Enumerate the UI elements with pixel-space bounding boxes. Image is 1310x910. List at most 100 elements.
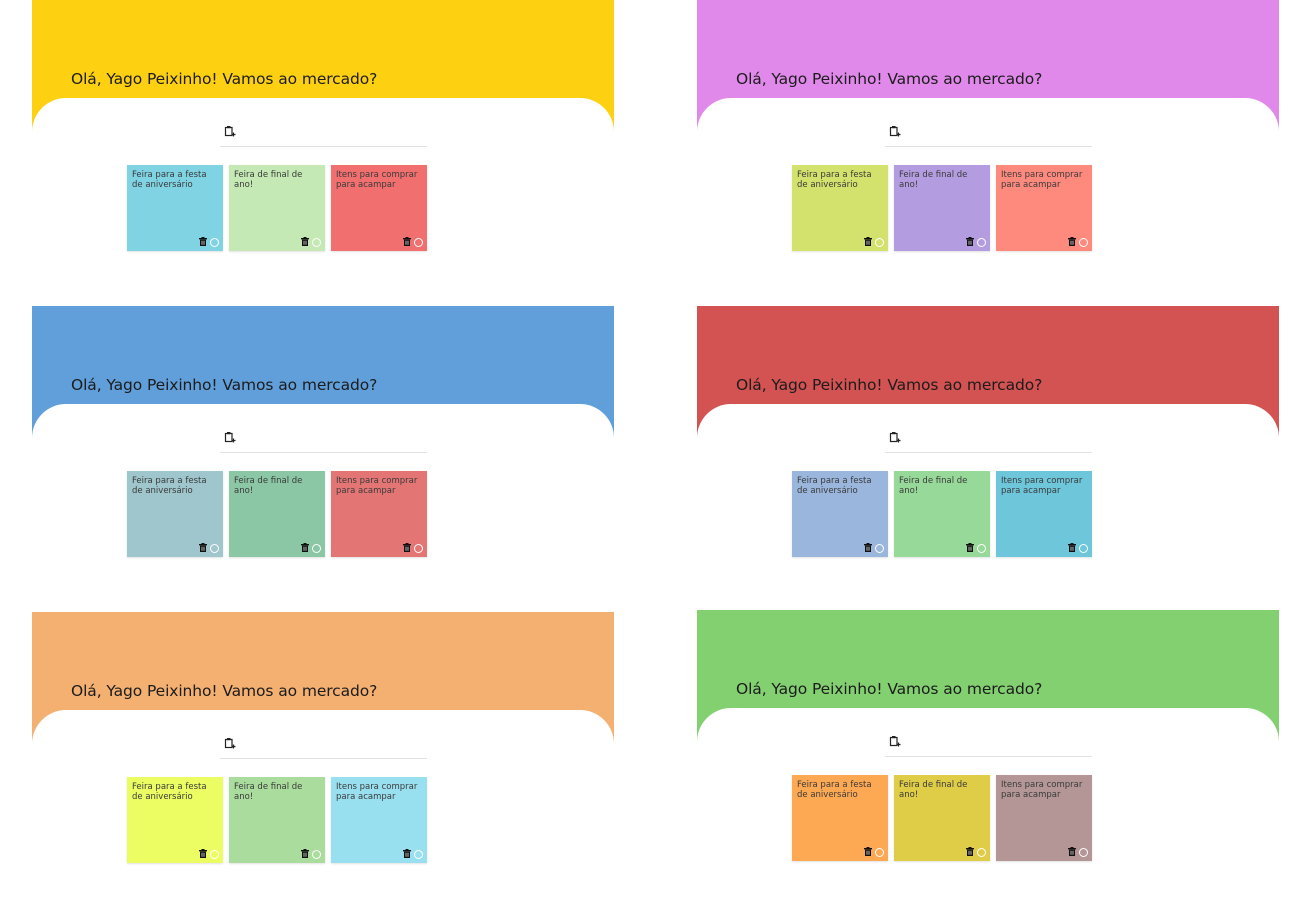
note-card[interactable]: Feira de final de ano! bbox=[229, 165, 325, 251]
trash-icon[interactable] bbox=[199, 849, 207, 858]
app-panel: Olá, Yago Peixinho! Vamos ao mercado? Fe… bbox=[32, 612, 614, 882]
notes-list: Feira para a festa de aniversário Feira … bbox=[792, 165, 1092, 251]
note-title: Feira para a festa de aniversário bbox=[797, 476, 872, 496]
note-card[interactable]: Feira para a festa de aniversário bbox=[792, 471, 888, 557]
trash-icon[interactable] bbox=[301, 849, 309, 858]
check-circle-icon[interactable] bbox=[875, 238, 884, 247]
check-circle-icon[interactable] bbox=[1079, 848, 1088, 857]
check-circle-icon[interactable] bbox=[875, 848, 884, 857]
note-card[interactable]: Itens para comprar para acampar bbox=[331, 777, 427, 863]
check-circle-icon[interactable] bbox=[414, 238, 423, 247]
note-card[interactable]: Itens para comprar para acampar bbox=[996, 775, 1092, 861]
app-panel: Olá, Yago Peixinho! Vamos ao mercado? Fe… bbox=[697, 610, 1279, 880]
add-note-icon[interactable] bbox=[889, 735, 901, 747]
trash-icon[interactable] bbox=[403, 849, 411, 858]
note-card[interactable]: Itens para comprar para acampar bbox=[996, 165, 1092, 251]
note-card[interactable]: Feira de final de ano! bbox=[894, 775, 990, 861]
app-panel: Olá, Yago Peixinho! Vamos ao mercado? Fe… bbox=[32, 0, 614, 270]
note-title: Itens para comprar para acampar bbox=[1001, 476, 1083, 496]
trash-icon[interactable] bbox=[966, 237, 974, 246]
trash-icon[interactable] bbox=[864, 847, 872, 856]
note-card[interactable]: Feira para a festa de aniversário bbox=[127, 777, 223, 863]
note-card[interactable]: Itens para comprar para acampar bbox=[331, 165, 427, 251]
note-title: Itens para comprar para acampar bbox=[336, 782, 418, 802]
add-note-underline[interactable] bbox=[885, 452, 1092, 453]
greeting-text: Olá, Yago Peixinho! Vamos ao mercado? bbox=[71, 70, 378, 88]
note-card[interactable]: Itens para comprar para acampar bbox=[331, 471, 427, 557]
notes-list: Feira para a festa de aniversário Feira … bbox=[792, 775, 1092, 861]
note-title: Feira de final de ano! bbox=[234, 170, 303, 190]
trash-icon[interactable] bbox=[1068, 847, 1076, 856]
trash-icon[interactable] bbox=[199, 237, 207, 246]
check-circle-icon[interactable] bbox=[414, 850, 423, 859]
check-circle-icon[interactable] bbox=[977, 848, 986, 857]
check-circle-icon[interactable] bbox=[312, 850, 321, 859]
note-card[interactable]: Feira de final de ano! bbox=[894, 165, 990, 251]
note-title: Feira para a festa de aniversário bbox=[797, 780, 872, 800]
note-title: Feira de final de ano! bbox=[899, 170, 968, 190]
app-panel: Olá, Yago Peixinho! Vamos ao mercado? Fe… bbox=[697, 306, 1279, 576]
check-circle-icon[interactable] bbox=[875, 544, 884, 553]
trash-icon[interactable] bbox=[864, 543, 872, 552]
add-note-underline[interactable] bbox=[220, 452, 427, 453]
note-title: Itens para comprar para acampar bbox=[336, 476, 418, 496]
check-circle-icon[interactable] bbox=[1079, 238, 1088, 247]
greeting-text: Olá, Yago Peixinho! Vamos ao mercado? bbox=[736, 680, 1043, 698]
note-title: Feira para a festa de aniversário bbox=[797, 170, 872, 190]
greeting-text: Olá, Yago Peixinho! Vamos ao mercado? bbox=[736, 376, 1043, 394]
check-circle-icon[interactable] bbox=[210, 544, 219, 553]
add-note-icon[interactable] bbox=[889, 431, 901, 443]
note-title: Feira de final de ano! bbox=[899, 780, 968, 800]
note-title: Feira de final de ano! bbox=[899, 476, 968, 496]
note-title: Feira para a festa de aniversário bbox=[132, 170, 207, 190]
add-note-underline[interactable] bbox=[220, 146, 427, 147]
trash-icon[interactable] bbox=[403, 543, 411, 552]
check-circle-icon[interactable] bbox=[210, 850, 219, 859]
trash-icon[interactable] bbox=[301, 237, 309, 246]
notes-list: Feira para a festa de aniversário Feira … bbox=[792, 471, 1092, 557]
note-title: Feira de final de ano! bbox=[234, 782, 303, 802]
trash-icon[interactable] bbox=[1068, 543, 1076, 552]
trash-icon[interactable] bbox=[966, 847, 974, 856]
trash-icon[interactable] bbox=[1068, 237, 1076, 246]
note-card[interactable]: Feira para a festa de aniversário bbox=[792, 775, 888, 861]
trash-icon[interactable] bbox=[301, 543, 309, 552]
note-card[interactable]: Feira de final de ano! bbox=[229, 471, 325, 557]
note-card[interactable]: Feira de final de ano! bbox=[894, 471, 990, 557]
check-circle-icon[interactable] bbox=[210, 238, 219, 247]
note-card[interactable]: Feira para a festa de aniversário bbox=[127, 471, 223, 557]
note-title: Itens para comprar para acampar bbox=[1001, 170, 1083, 190]
add-note-icon[interactable] bbox=[224, 737, 236, 749]
note-card[interactable]: Feira para a festa de aniversário bbox=[127, 165, 223, 251]
note-title: Feira para a festa de aniversário bbox=[132, 782, 207, 802]
greeting-text: Olá, Yago Peixinho! Vamos ao mercado? bbox=[71, 682, 378, 700]
check-circle-icon[interactable] bbox=[1079, 544, 1088, 553]
trash-icon[interactable] bbox=[199, 543, 207, 552]
note-card[interactable]: Feira de final de ano! bbox=[229, 777, 325, 863]
add-note-icon[interactable] bbox=[224, 431, 236, 443]
note-card[interactable]: Itens para comprar para acampar bbox=[996, 471, 1092, 557]
check-circle-icon[interactable] bbox=[977, 544, 986, 553]
notes-list: Feira para a festa de aniversário Feira … bbox=[127, 471, 427, 557]
trash-icon[interactable] bbox=[403, 237, 411, 246]
check-circle-icon[interactable] bbox=[312, 544, 321, 553]
add-note-icon[interactable] bbox=[224, 125, 236, 137]
note-title: Itens para comprar para acampar bbox=[336, 170, 418, 190]
check-circle-icon[interactable] bbox=[312, 238, 321, 247]
greeting-text: Olá, Yago Peixinho! Vamos ao mercado? bbox=[71, 376, 378, 394]
note-title: Feira de final de ano! bbox=[234, 476, 303, 496]
trash-icon[interactable] bbox=[966, 543, 974, 552]
add-note-icon[interactable] bbox=[889, 125, 901, 137]
notes-list: Feira para a festa de aniversário Feira … bbox=[127, 165, 427, 251]
app-panel: Olá, Yago Peixinho! Vamos ao mercado? Fe… bbox=[32, 306, 614, 576]
add-note-underline[interactable] bbox=[220, 758, 427, 759]
app-panel: Olá, Yago Peixinho! Vamos ao mercado? Fe… bbox=[697, 0, 1279, 270]
add-note-underline[interactable] bbox=[885, 756, 1092, 757]
check-circle-icon[interactable] bbox=[414, 544, 423, 553]
note-title: Feira para a festa de aniversário bbox=[132, 476, 207, 496]
trash-icon[interactable] bbox=[864, 237, 872, 246]
note-title: Itens para comprar para acampar bbox=[1001, 780, 1083, 800]
note-card[interactable]: Feira para a festa de aniversário bbox=[792, 165, 888, 251]
add-note-underline[interactable] bbox=[885, 146, 1092, 147]
check-circle-icon[interactable] bbox=[977, 238, 986, 247]
